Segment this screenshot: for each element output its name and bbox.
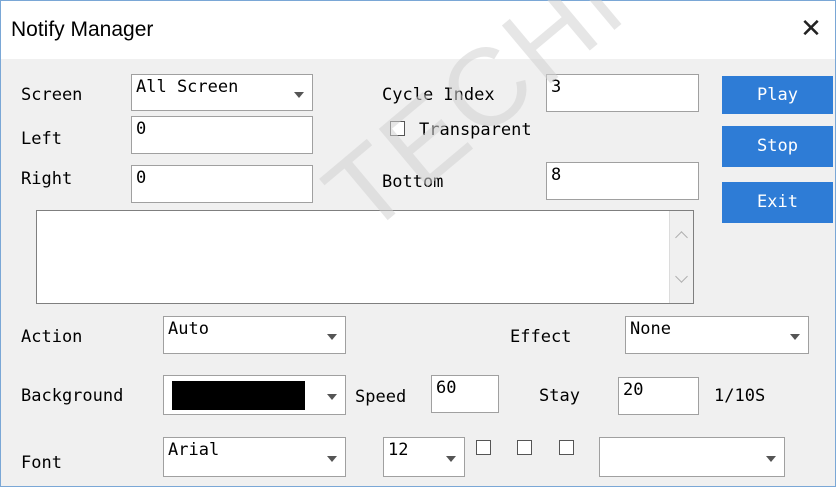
effect-select-value: None bbox=[630, 319, 671, 339]
chevron-down-icon bbox=[766, 456, 776, 462]
chevron-down-icon bbox=[327, 394, 337, 400]
transparent-label: Transparent bbox=[419, 120, 532, 140]
left-input[interactable]: 0 bbox=[131, 116, 313, 154]
background-color-select[interactable] bbox=[163, 375, 346, 415]
italic-checkbox[interactable] bbox=[517, 440, 532, 455]
action-select-value: Auto bbox=[168, 319, 209, 339]
notify-manager-window: Notify Manager ✕ Screen All Screen Cycle… bbox=[0, 0, 836, 487]
title-bar: Notify Manager ✕ bbox=[1, 1, 835, 59]
right-label: Right bbox=[21, 169, 73, 189]
effect-select[interactable]: None bbox=[625, 316, 809, 354]
font-family-select[interactable]: Arial bbox=[163, 437, 346, 477]
transparent-checkbox[interactable] bbox=[390, 121, 405, 136]
scroll-down-icon[interactable] bbox=[674, 270, 688, 283]
close-icon[interactable]: ✕ bbox=[795, 13, 827, 45]
font-style-select[interactable] bbox=[599, 437, 785, 477]
chevron-down-icon bbox=[294, 91, 304, 98]
stay-unit-label: 1/10S bbox=[714, 386, 766, 406]
bold-checkbox[interactable] bbox=[476, 440, 491, 455]
left-label: Left bbox=[21, 129, 62, 149]
speed-input[interactable]: 60 bbox=[431, 375, 499, 413]
chevron-down-icon bbox=[446, 456, 456, 462]
exit-button[interactable]: Exit bbox=[722, 182, 833, 223]
action-label: Action bbox=[21, 327, 83, 347]
right-input[interactable]: 0 bbox=[131, 165, 313, 203]
vertical-scrollbar[interactable] bbox=[669, 211, 693, 303]
speed-label: Speed bbox=[355, 387, 407, 407]
font-family-value: Arial bbox=[168, 440, 220, 460]
underline-checkbox[interactable] bbox=[559, 440, 574, 455]
stay-label: Stay bbox=[539, 386, 580, 406]
bottom-label: Bottom bbox=[382, 172, 444, 192]
stay-input[interactable]: 20 bbox=[618, 377, 699, 415]
chevron-down-icon bbox=[790, 334, 800, 340]
chevron-down-icon bbox=[327, 334, 337, 340]
client-area: Screen All Screen Cycle Index 3 Play Lef… bbox=[1, 59, 835, 486]
effect-label: Effect bbox=[510, 327, 572, 347]
screen-select[interactable]: All Screen bbox=[131, 74, 313, 111]
font-label: Font bbox=[21, 453, 62, 473]
screen-select-value: All Screen bbox=[136, 77, 239, 97]
action-select[interactable]: Auto bbox=[163, 316, 346, 354]
window-title: Notify Manager bbox=[11, 18, 154, 41]
screen-label: Screen bbox=[21, 85, 83, 105]
color-swatch bbox=[172, 381, 305, 410]
background-label: Background bbox=[21, 386, 124, 406]
stop-button[interactable]: Stop bbox=[722, 126, 833, 167]
font-size-value: 12 bbox=[388, 440, 409, 460]
scroll-up-icon[interactable] bbox=[674, 231, 688, 244]
cycle-index-label: Cycle Index bbox=[382, 85, 495, 105]
font-size-select[interactable]: 12 bbox=[383, 437, 465, 477]
play-button[interactable]: Play bbox=[722, 76, 833, 114]
message-textarea[interactable] bbox=[36, 210, 694, 304]
cycle-index-input[interactable]: 3 bbox=[546, 74, 699, 112]
chevron-down-icon bbox=[327, 456, 337, 462]
bottom-input[interactable]: 8 bbox=[546, 162, 699, 200]
